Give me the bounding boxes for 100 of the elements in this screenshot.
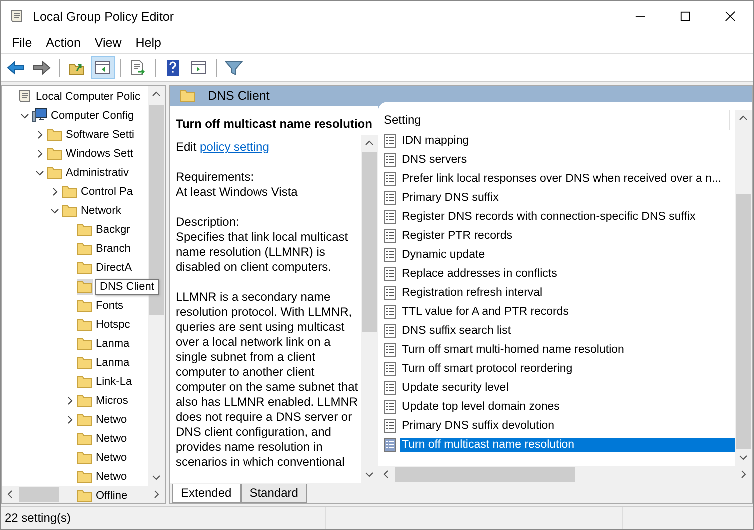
folder-icon [77,260,93,276]
document-icon [382,170,398,186]
tree-item[interactable]: DNS Client [95,278,160,294]
folder-icon [77,298,93,314]
tree-item[interactable]: Netwo [95,432,128,446]
chevron-right-icon[interactable] [36,150,44,158]
folder-icon [77,278,93,294]
document-icon [382,228,398,244]
tree-item[interactable]: Backgr [95,222,132,236]
document-icon [382,398,398,414]
setting-row[interactable]: IDN mapping [400,134,735,148]
tree-item[interactable]: Lanma [95,336,131,350]
tree-item[interactable]: Computer Config [50,108,136,122]
document-icon [382,190,398,206]
policy-setting-link[interactable]: policy setting [200,140,270,154]
document-icon [382,132,398,148]
requirements-label: Requirements: [176,170,256,185]
folder-icon [77,240,93,256]
folder-icon [77,336,93,352]
window-title: Local Group Policy Editor [33,10,176,24]
chevron-right-icon[interactable] [36,130,44,138]
setting-row[interactable]: Primary DNS suffix [400,190,735,204]
setting-title: Turn off multicast name resolution [175,116,374,133]
column-header[interactable]: Setting [382,110,730,130]
document-icon [382,380,398,396]
folder-icon [47,126,63,142]
setting-row[interactable]: Prefer link local responses over DNS when received over a n... [400,172,735,186]
document-icon [382,342,398,358]
tree-item[interactable]: Netwo [95,470,128,484]
folder-icon [62,184,78,200]
tree-item[interactable]: Branch [95,242,132,256]
setting-row[interactable]: Update security level [400,380,735,394]
folder-icon [77,392,93,408]
document-icon [382,284,398,300]
edit-text: Edit policy setting [176,140,270,155]
setting-row[interactable]: Turn off smart multi-homed name resolution [400,342,735,356]
setting-row[interactable]: Turn off smart protocol reordering [400,362,735,376]
chevron-down-icon[interactable] [36,168,44,176]
description-text: LLMNR is a secondary name resolution protocol. With LLMNR, queries are sent using multicast over a local network link on a single subnet from a client computer to another client computer on the same subnet that also has LLMNR enabled. LLMNR does not require a DNS server or DNS client configuration, and provides name resolution in scenarios in which conventional [176,290,360,470]
computer-icon [32,108,48,124]
scrollbar[interactable] [361,135,378,483]
setting-row[interactable]: Registration refresh interval [400,286,735,300]
pane-title: DNS Client [208,89,270,103]
tree-item[interactable]: Hotspc [95,318,132,332]
description-text: Specifies that link local multicast name resolution (LLMNR) is disabled on client computers. [176,230,350,275]
setting-row[interactable]: Dynamic update [400,248,735,262]
scrollbar[interactable] [735,110,752,466]
tree-item[interactable]: Windows Sett [65,146,134,160]
chevron-down-icon[interactable] [51,206,59,214]
setting-row[interactable]: Primary DNS suffix devolution [400,418,735,432]
setting-row[interactable]: Replace addresses in conflicts [400,266,735,280]
tree-item[interactable]: Local Computer Polic [35,90,142,104]
tree-item[interactable]: Administrativ [65,166,130,180]
tree-item[interactable]: Control Pa [80,184,134,198]
tree-item[interactable]: DirectA [95,260,134,274]
filter-icon [225,58,243,76]
document-icon [382,360,398,376]
menu-item[interactable]: File [5,36,40,50]
tree-item[interactable]: Link-La [95,374,134,388]
view-tab[interactable]: Extended [172,484,241,503]
tree-item[interactable]: Software Setti [65,128,136,142]
setting-row[interactable]: Turn off multicast name resolution [400,438,735,452]
tree-button[interactable] [91,56,115,79]
setting-row[interactable]: Register PTR records [400,228,735,242]
setting-row[interactable]: Update top level domain zones [400,400,735,414]
menu-item[interactable]: Action [39,36,88,50]
tree-item[interactable]: Lanma [95,356,131,370]
tree-item[interactable]: Fonts [95,298,125,312]
forward-icon [33,58,51,76]
folder-icon [77,374,93,390]
chevron-right-icon[interactable] [66,396,74,404]
document-icon [382,304,398,320]
status-text: 22 setting(s) [4,510,72,527]
tree-item[interactable]: Offline [95,488,129,502]
view-tab[interactable]: Standard [240,484,308,503]
tree-item[interactable]: Micros [95,394,130,408]
setting-row[interactable]: Register DNS records with connection-specific DNS suffix [400,210,735,224]
description-label: Description: [176,215,240,230]
folder-icon [62,202,78,218]
tree-item[interactable]: Netwo [95,412,128,426]
menu-item[interactable]: Help [128,36,168,50]
horizontal-scrollbar[interactable] [2,486,165,503]
document-icon [382,208,398,224]
setting-row[interactable]: TTL value for A and PTR records [400,304,735,318]
back-icon [7,58,25,76]
document-icon [382,246,398,262]
scroll-icon [17,88,33,104]
document-icon [382,418,398,434]
tree-item[interactable]: Netwo [95,450,128,464]
menu-item[interactable]: View [88,36,129,50]
folder-icon [77,412,93,428]
chevron-right-icon[interactable] [66,416,74,424]
tree-item[interactable]: Network [80,204,122,218]
folder-icon [77,450,93,466]
document-icon [382,266,398,282]
setting-row[interactable]: DNS suffix search list [400,324,735,338]
folder-icon [77,222,93,238]
chevron-right-icon[interactable] [51,188,59,196]
chevron-down-icon[interactable] [21,112,29,120]
setting-row[interactable]: DNS servers [400,152,735,166]
